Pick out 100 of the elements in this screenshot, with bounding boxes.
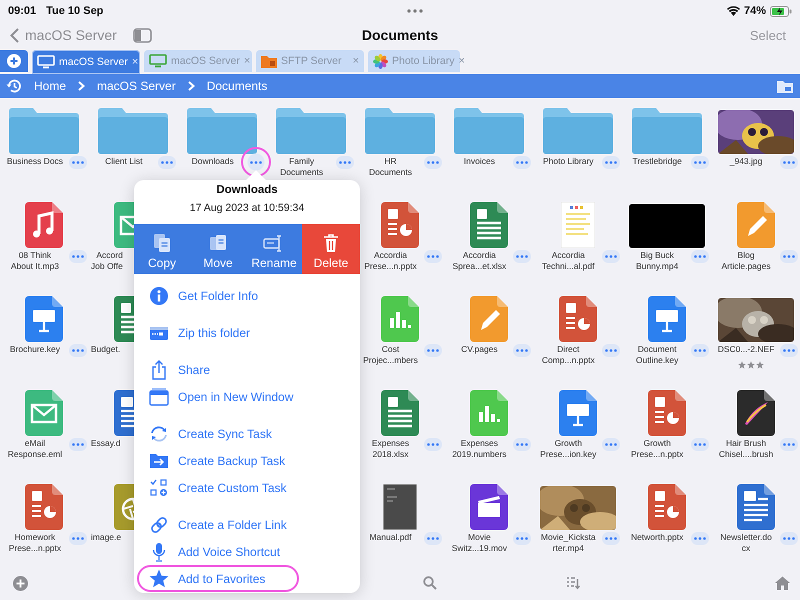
more-button[interactable]: [513, 250, 532, 263]
more-button[interactable]: [780, 344, 798, 357]
select-button[interactable]: Select: [750, 28, 786, 42]
menu-item[interactable]: Add Voice Shortcut: [140, 538, 352, 565]
action-button[interactable]: Rename: [246, 224, 302, 274]
breadcrumb-link[interactable]: Home: [34, 79, 66, 93]
more-icon: [72, 443, 84, 446]
file-name: _943.jpg: [728, 156, 764, 167]
more-button[interactable]: [602, 156, 620, 169]
menu-item[interactable]: Create Custom Task: [140, 474, 352, 501]
more-icon: [605, 443, 618, 446]
presentation-file-icon: [25, 484, 64, 530]
monitor-icon: [149, 54, 167, 68]
file-name: Big Buck Bunny.mp4: [634, 250, 680, 272]
add-tab-button[interactable]: [0, 50, 28, 72]
file-name: Family Documents: [279, 156, 324, 178]
delete-button[interactable]: Delete: [302, 224, 360, 274]
more-button[interactable]: [691, 438, 710, 451]
more-button[interactable]: [691, 156, 710, 169]
folder-arrow-icon: [149, 452, 169, 468]
trash-icon: [323, 233, 339, 253]
more-button[interactable]: [424, 344, 442, 357]
more-button[interactable]: [780, 438, 798, 451]
file-name: Direct Comp...n.pptx: [540, 344, 596, 366]
chevron-icon: [78, 81, 86, 91]
more-button[interactable]: [424, 250, 442, 263]
file-name: Movie_Kicksta rter.mp4: [540, 532, 597, 554]
more-icon: [782, 255, 795, 258]
search-icon[interactable]: [423, 576, 438, 590]
more-button[interactable]: [68, 438, 87, 451]
more-button[interactable]: [513, 438, 532, 451]
tab[interactable]: macOS Server ×: [144, 50, 252, 72]
more-button[interactable]: [602, 250, 620, 263]
more-button[interactable]: [68, 250, 87, 263]
menu-item[interactable]: Zip this folder: [140, 319, 352, 346]
more-button[interactable]: [691, 344, 710, 357]
more-icon: [694, 349, 706, 352]
back-button[interactable]: macOS Server: [10, 27, 117, 43]
more-button[interactable]: [691, 250, 710, 263]
more-button[interactable]: [780, 532, 798, 545]
more-button[interactable]: [424, 156, 442, 169]
more-button[interactable]: [780, 250, 798, 263]
more-button[interactable]: [513, 532, 532, 545]
file-name: Budget.: [90, 344, 120, 355]
more-button[interactable]: [68, 532, 87, 545]
more-button[interactable]: [691, 532, 710, 545]
folder-icon[interactable]: [776, 78, 794, 94]
file-name: Newsletter.do cx: [719, 532, 773, 554]
tab[interactable]: macOS Server ×: [32, 50, 140, 74]
microphone-icon: [152, 542, 166, 562]
breadcrumb-link[interactable]: macOS Server: [97, 79, 176, 93]
close-tab-button[interactable]: ×: [458, 55, 465, 67]
menu-item[interactable]: Share: [140, 356, 352, 383]
add-icon[interactable]: [13, 576, 28, 590]
document-thumbnail: [560, 202, 595, 248]
presentation-file-icon: [558, 296, 597, 342]
menu-item[interactable]: Create Backup Task: [140, 447, 352, 474]
flower-icon: [373, 54, 388, 68]
add-icon: [7, 54, 21, 68]
file-name: Downloads: [190, 156, 235, 167]
presentation-file-icon: [380, 202, 419, 248]
more-button[interactable]: [602, 532, 620, 545]
sort-icon[interactable]: [566, 576, 580, 590]
more-button[interactable]: [602, 344, 620, 357]
share-icon: [151, 360, 167, 380]
more-icon: [516, 255, 528, 258]
more-button[interactable]: [240, 147, 271, 177]
spreadsheet-file-icon: [470, 202, 508, 248]
history-icon[interactable]: [6, 78, 22, 94]
action-button[interactable]: Move: [190, 224, 246, 274]
more-button[interactable]: [68, 344, 87, 357]
more-button[interactable]: [68, 156, 87, 169]
menu-item[interactable]: Get Folder Info: [140, 282, 352, 309]
more-icon: [516, 443, 528, 446]
home-icon[interactable]: [774, 576, 790, 590]
more-button[interactable]: [513, 344, 532, 357]
more-button[interactable]: [336, 156, 354, 169]
more-button[interactable]: [158, 156, 176, 169]
folder-icon: [98, 108, 168, 154]
tab-label: SFTP Server: [281, 55, 342, 67]
menu-item[interactable]: Open in New Window: [140, 383, 352, 410]
pencil-file-icon: [736, 202, 775, 248]
file-name: 08 Think About It.mp3: [10, 250, 60, 272]
more-button[interactable]: [602, 438, 620, 451]
menu-item[interactable]: Create Sync Task: [140, 420, 352, 447]
file-name: Business Docs: [6, 156, 64, 167]
action-button[interactable]: Copy: [134, 224, 190, 274]
tab[interactable]: SFTP Server ×: [256, 50, 364, 72]
close-tab-button[interactable]: ×: [244, 55, 250, 67]
more-button[interactable]: [513, 156, 532, 169]
more-button[interactable]: [780, 156, 798, 169]
breadcrumb-link[interactable]: Documents: [206, 79, 268, 93]
close-tab-button[interactable]: ×: [352, 55, 359, 67]
close-tab-button[interactable]: ×: [132, 56, 138, 68]
more-button[interactable]: [424, 438, 442, 451]
more-button[interactable]: [424, 532, 442, 545]
menu-item[interactable]: Add to Favorites: [137, 565, 299, 592]
sidebar-icon[interactable]: [132, 28, 152, 42]
podium-file-icon: [25, 296, 64, 342]
menu-item[interactable]: Create a Folder Link: [140, 511, 352, 538]
